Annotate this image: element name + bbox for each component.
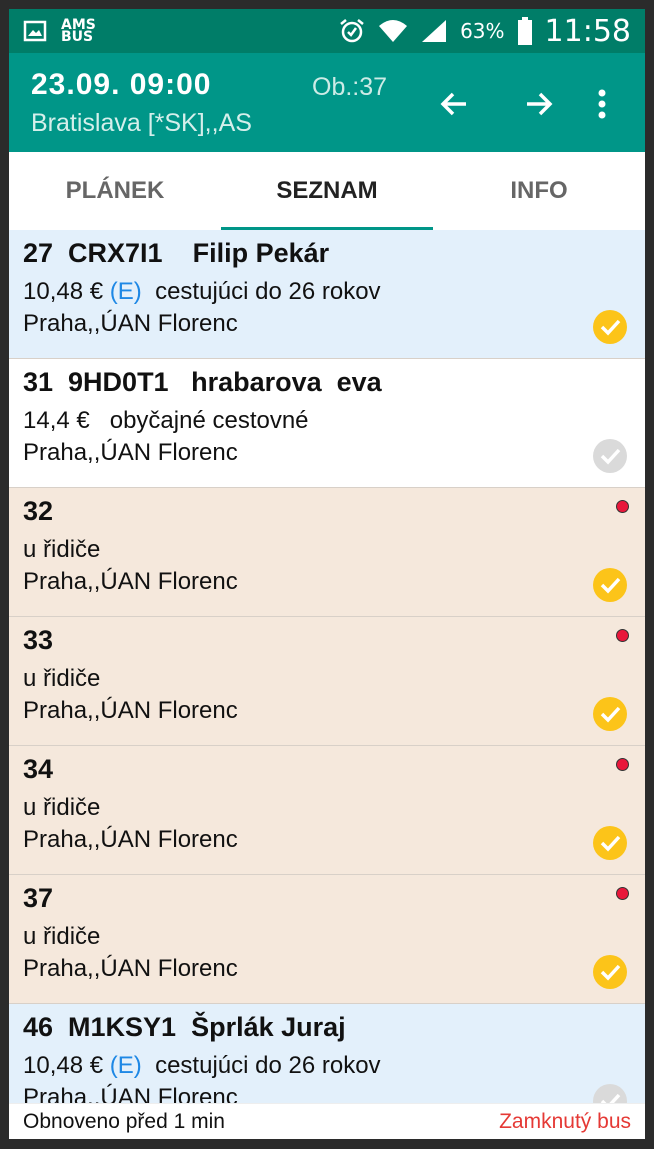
passenger-list[interactable]: 27 CRX7I1 Filip Pekár 10,48 € (E) cestuj…: [9, 230, 645, 1103]
list-item[interactable]: 34 u řidiče Praha,,ÚAN Florenc: [9, 746, 645, 875]
list-item[interactable]: 37 u řidiče Praha,,ÚAN Florenc: [9, 875, 645, 1004]
list-item[interactable]: 31 9HD0T1 hrabarova eva 14,4 € obyčajné …: [9, 359, 645, 488]
tab-info[interactable]: INFO: [433, 152, 645, 230]
forward-button[interactable]: [516, 81, 562, 127]
seat-ticket-name: 27 CRX7I1 Filip Pekár: [23, 238, 330, 268]
arrow-right-icon: [527, 92, 553, 116]
occupancy-label: Ob.:37: [312, 73, 388, 101]
fare-line: 10,48 € (E) cestujúci do 26 rokov: [23, 278, 381, 306]
list-item[interactable]: 33 u řidiče Praha,,ÚAN Florenc: [9, 617, 645, 746]
arrow-left-icon: [440, 92, 466, 116]
battery-percentage: 63%: [460, 19, 505, 43]
clock: 11:58: [544, 13, 631, 49]
seat-number: 34: [23, 754, 54, 784]
unpaid-dot-icon: [616, 758, 629, 771]
unpaid-dot-icon: [616, 887, 629, 900]
lock-status: Zamknutý bus: [499, 1109, 631, 1133]
boarding-stop: Praha,,ÚAN Florenc: [23, 568, 238, 595]
boarding-stop: Praha,,ÚAN Florenc: [23, 826, 238, 853]
status-bar: AMS BUS 63% 11:58: [9, 9, 645, 53]
fare-line: 10,48 € (E) cestujúci do 26 rokov: [23, 1052, 381, 1080]
tab-planek[interactable]: PLÁNEK: [9, 152, 221, 230]
list-item[interactable]: 46 M1KSY1 Šprlák Juraj 10,48 € (E) cestu…: [9, 1004, 645, 1103]
tab-bar: PLÁNEK SEZNAM INFO: [9, 152, 645, 230]
check-circle-icon[interactable]: [593, 697, 627, 731]
boarding-stop: Praha,,ÚAN Florenc: [23, 310, 238, 337]
unpaid-dot-icon: [616, 500, 629, 513]
back-button[interactable]: [431, 81, 477, 127]
payment-status: u řidiče: [23, 536, 101, 563]
image-icon: [23, 20, 47, 42]
boarding-stop: Praha,,ÚAN Florenc: [23, 697, 238, 724]
seat-ticket-name: 46 M1KSY1 Šprlák Juraj: [23, 1012, 346, 1042]
app-bar: 23.09. 09:00 Bratislava [*SK],,AS Ob.:37: [9, 53, 645, 152]
seat-number: 33: [23, 625, 54, 655]
e-ticket-badge: (E): [109, 278, 142, 305]
check-circle-icon[interactable]: [593, 568, 627, 602]
trip-date-time: 23.09. 09:00: [31, 68, 212, 101]
check-circle-icon[interactable]: [593, 826, 627, 860]
trip-route: Bratislava [*SK],,AS: [31, 109, 252, 137]
fare-type: cestujúci do 26 rokov: [141, 278, 381, 305]
footer-bar: Obnoveno před 1 min Zamknutý bus: [9, 1103, 645, 1139]
unpaid-dot-icon: [616, 629, 629, 642]
signal-icon: [422, 20, 447, 42]
battery-icon: [517, 17, 532, 45]
price: 14,4 € obyčajné cestovné: [23, 407, 309, 434]
check-circle-icon[interactable]: [593, 310, 627, 344]
e-ticket-badge: (E): [109, 1052, 142, 1079]
alarm-icon: [340, 19, 364, 43]
phone-screen: AMS BUS 63% 11:58 23.09. 09:00 Bratislava…: [9, 9, 645, 1139]
more-options-button[interactable]: [579, 81, 625, 127]
check-circle-icon[interactable]: [593, 1084, 627, 1103]
more-vert-icon: [598, 89, 606, 119]
payment-status: u řidiče: [23, 923, 101, 950]
boarding-stop: Praha,,ÚAN Florenc: [23, 1084, 238, 1103]
check-circle-icon[interactable]: [593, 439, 627, 473]
list-item[interactable]: 32 u řidiče Praha,,ÚAN Florenc: [9, 488, 645, 617]
boarding-stop: Praha,,ÚAN Florenc: [23, 955, 238, 982]
list-item[interactable]: 27 CRX7I1 Filip Pekár 10,48 € (E) cestuj…: [9, 230, 645, 359]
payment-status: u řidiče: [23, 665, 101, 692]
last-updated: Obnoveno před 1 min: [23, 1109, 225, 1133]
seat-number: 37: [23, 883, 54, 913]
fare-line: 14,4 € obyčajné cestovné: [23, 407, 309, 435]
bus-logo-icon: AMS BUS: [61, 17, 96, 45]
wifi-icon: [379, 20, 408, 42]
seat-ticket-name: 31 9HD0T1 hrabarova eva: [23, 367, 382, 397]
price: 10,48 €: [23, 278, 110, 305]
tab-seznam[interactable]: SEZNAM: [221, 152, 433, 230]
seat-number: 32: [23, 496, 54, 526]
fare-type: cestujúci do 26 rokov: [141, 1052, 381, 1079]
price: 10,48 €: [23, 1052, 110, 1079]
boarding-stop: Praha,,ÚAN Florenc: [23, 439, 238, 466]
check-circle-icon[interactable]: [593, 955, 627, 989]
payment-status: u řidiče: [23, 794, 101, 821]
